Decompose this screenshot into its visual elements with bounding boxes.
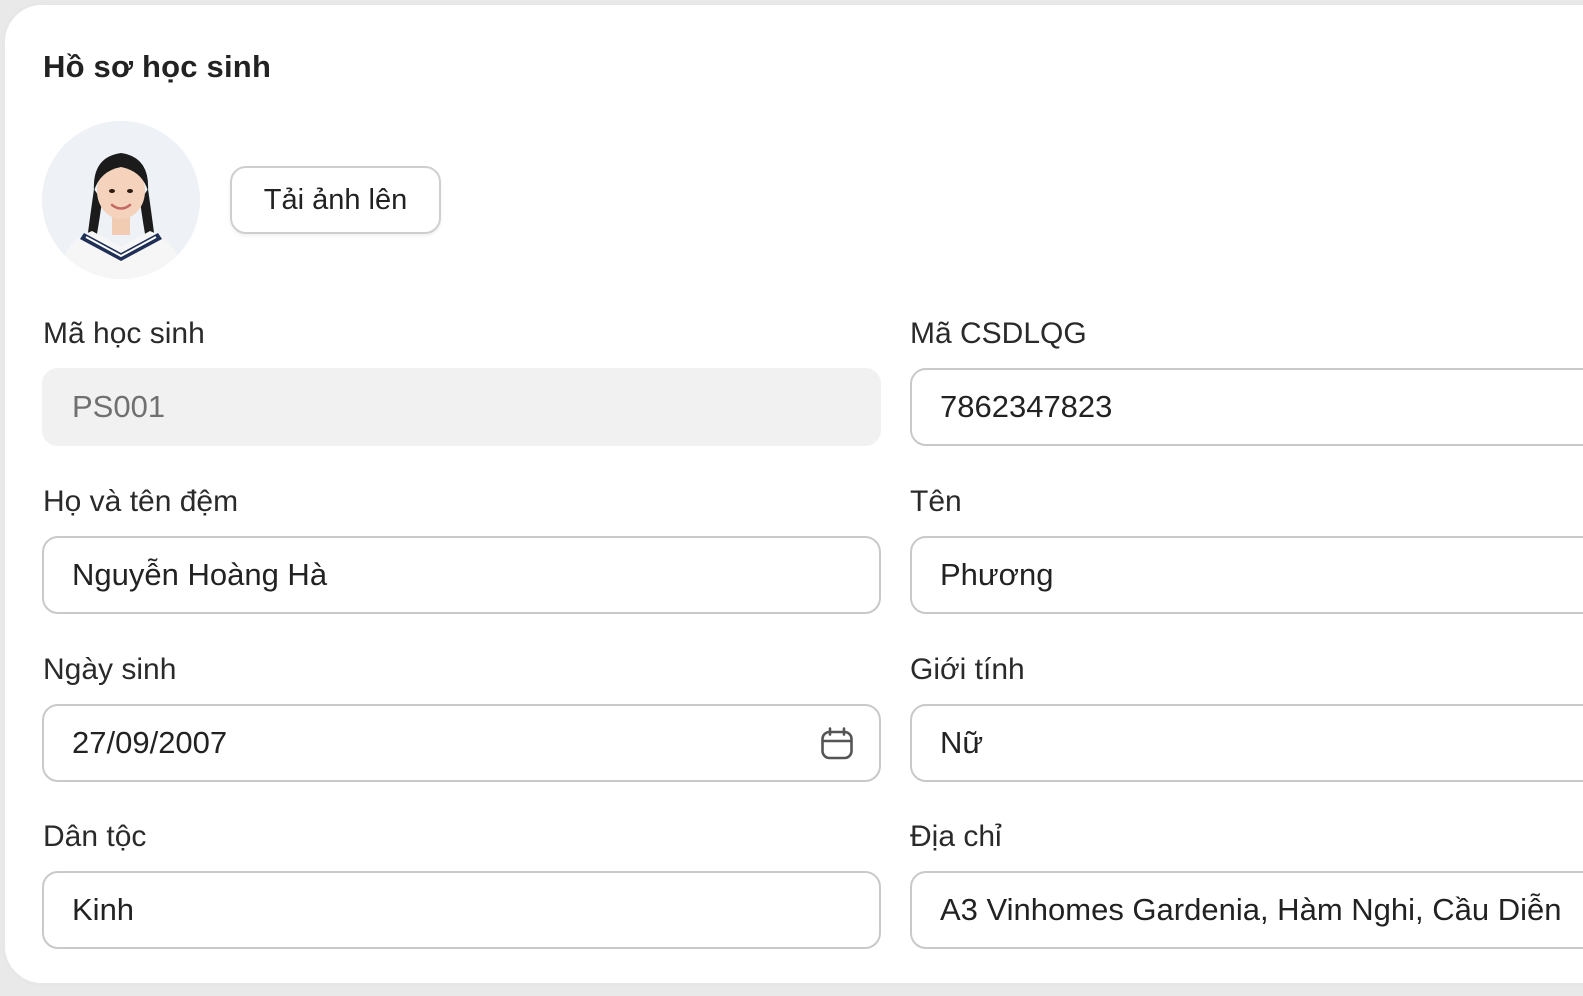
last-middle-name-label: Họ và tên đệm (43, 485, 239, 518)
address-field-wrapper (910, 871, 1583, 949)
avatar (42, 121, 200, 279)
national-db-id-label: Mã CSDLQG (910, 317, 1087, 350)
student-id-label: Mã học sinh (43, 317, 205, 350)
student-id-input[interactable] (44, 370, 879, 444)
student-id-field-wrapper (42, 368, 881, 446)
upload-photo-button[interactable]: Tải ảnh lên (230, 166, 441, 234)
calendar-icon[interactable] (819, 726, 855, 762)
first-name-field-wrapper (910, 536, 1583, 614)
student-profile-card: Hồ sơ học sinh Tải ảnh lên Mã học sinh P… (2, 2, 1583, 986)
address-label: Địa chỉ (910, 820, 1002, 853)
address-input[interactable] (912, 873, 1583, 947)
ethnicity-input[interactable] (44, 873, 879, 947)
avatar-photo (42, 121, 200, 279)
gender-field-wrapper (910, 704, 1583, 782)
birth-date-field-wrapper (42, 704, 881, 782)
first-name-input[interactable] (912, 538, 1583, 612)
national-db-id-input[interactable] (912, 370, 1583, 444)
last-middle-name-input[interactable] (44, 538, 879, 612)
first-name-label: Tên (910, 485, 962, 518)
ethnicity-label: Dân tộc (43, 820, 147, 853)
birth-date-input[interactable] (44, 706, 879, 780)
page-title: Hồ sơ học sinh (43, 49, 272, 84)
ethnicity-field-wrapper (42, 871, 881, 949)
last-middle-name-field-wrapper (42, 536, 881, 614)
gender-label: Giới tính (910, 653, 1025, 686)
birth-date-label: Ngày sinh (43, 653, 177, 686)
national-db-id-field-wrapper (910, 368, 1583, 446)
gender-input[interactable] (912, 706, 1583, 780)
